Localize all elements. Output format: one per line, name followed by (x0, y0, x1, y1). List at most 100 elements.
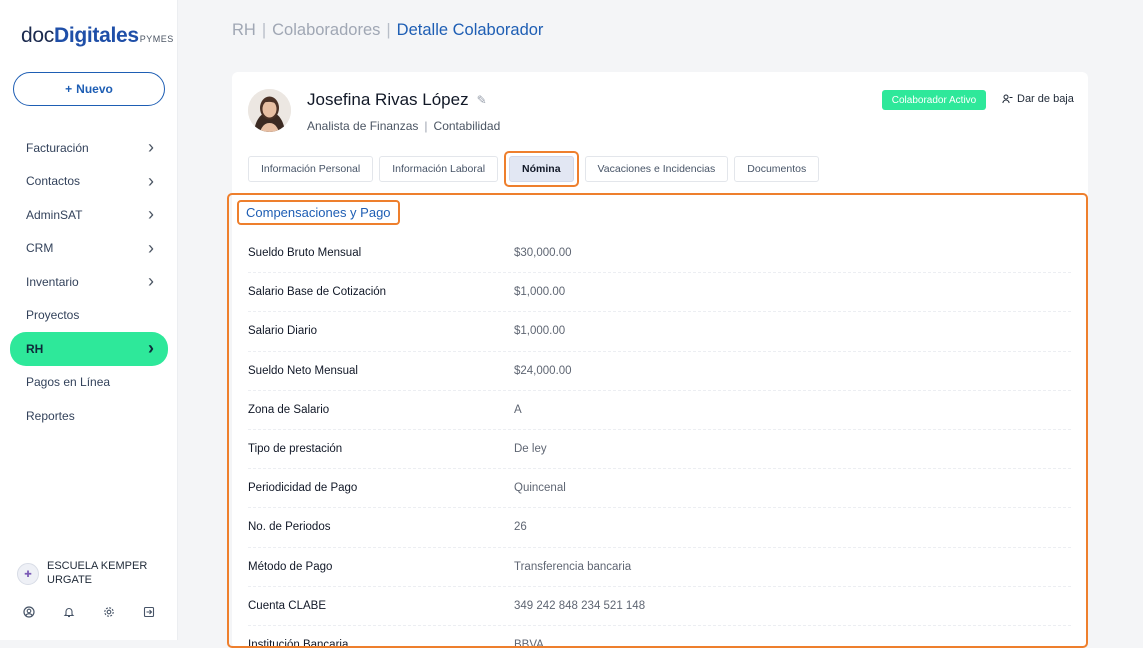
logout-icon[interactable] (142, 606, 156, 620)
field-row: No. de Periodos 26 (248, 508, 1071, 548)
chevron-right-icon: › (148, 338, 154, 359)
dismiss-label: Dar de baja (1017, 93, 1074, 105)
field-row: Sueldo Neto Mensual $24,000.00 (248, 352, 1071, 391)
sidebar-item-label: AdminSAT (26, 207, 83, 222)
section-title: Compensaciones y Pago (237, 200, 400, 225)
field-row: Cuenta CLABE 349 242 848 234 521 148 (248, 587, 1071, 626)
organization-switcher[interactable]: ✚ ESCUELA KEMPER URGATE (17, 560, 167, 587)
field-value: Quincenal (514, 482, 566, 495)
field-label: Periodicidad de Pago (248, 482, 358, 495)
employee-position: Analista de Finanzas (307, 119, 419, 133)
sidebar-nav: Facturación › Contactos › AdminSAT › CRM › Inven… (0, 131, 178, 433)
sidebar-item-facturacion[interactable]: Facturación › (10, 131, 168, 165)
edit-pencil-icon[interactable]: ✎ (477, 93, 487, 107)
sidebar-item-inventario[interactable]: Inventario › (10, 265, 168, 299)
avatar (248, 89, 291, 132)
tab-vacaciones[interactable]: Vacaciones e Incidencias (584, 156, 729, 182)
tab-informacion-personal[interactable]: Información Personal (248, 156, 374, 182)
new-button-label: Nuevo (76, 82, 113, 96)
field-label: Salario Base de Cotización (248, 286, 387, 299)
sidebar-item-crm[interactable]: CRM › (10, 232, 168, 266)
employee-name-row: Josefina Rivas López ✎ (307, 90, 487, 110)
field-label: Sueldo Neto Mensual (248, 364, 358, 377)
sidebar-item-label: Proyectos (26, 308, 80, 323)
employee-name: Josefina Rivas López (307, 90, 469, 109)
chevron-right-icon: › (148, 170, 154, 191)
tab-documentos[interactable]: Documentos (734, 156, 820, 182)
field-label: Sueldo Bruto Mensual (248, 247, 362, 260)
employee-subtitle: Analista de Finanzas | Contabilidad (307, 119, 501, 133)
compensation-section: Compensaciones y Pago Sueldo Bruto Mensu… (227, 193, 1088, 648)
user-circle-icon[interactable] (22, 606, 36, 620)
chevron-right-icon: › (148, 204, 154, 225)
field-row: Sueldo Bruto Mensual $30,000.00 (248, 234, 1071, 274)
field-value: $1,000.00 (514, 286, 566, 299)
sidebar-item-adminsat[interactable]: AdminSAT › (10, 198, 168, 232)
sidebar-item-label: Inventario (26, 274, 79, 289)
breadcrumb-current: Detalle Colaborador (396, 21, 544, 39)
sidebar-item-label: RH (26, 341, 44, 356)
field-value: $1,000.00 (514, 325, 566, 338)
brand-part-1: doc (21, 24, 54, 47)
field-row: Salario Diario $1,000.00 (248, 312, 1071, 352)
breadcrumb: RH | Colaboradores | Detalle Colaborador (232, 21, 544, 39)
employee-department: Contabilidad (433, 119, 501, 133)
field-value: Transferencia bancaria (514, 560, 632, 573)
tab-nomina[interactable]: Nómina (509, 156, 574, 182)
field-label: No. de Periodos (248, 521, 331, 534)
organization-name: ESCUELA KEMPER URGATE (47, 560, 148, 586)
tab-highlight: Nómina (504, 151, 579, 187)
field-label: Cuenta CLABE (248, 599, 326, 612)
breadcrumb-rh[interactable]: RH (232, 21, 256, 39)
sidebar-item-label: CRM (26, 241, 54, 256)
field-row: Zona de Salario A (248, 391, 1071, 430)
sidebar-item-contactos[interactable]: Contactos › (10, 165, 168, 199)
compensation-list: Sueldo Bruto Mensual $30,000.00 Salario Ba… (248, 234, 1071, 648)
field-value: $30,000.00 (514, 247, 572, 260)
gear-icon[interactable] (102, 606, 116, 620)
sidebar-item-label: Contactos (26, 174, 81, 189)
field-value: BBVA (514, 638, 544, 648)
field-row: Método de Pago Transferencia bancaria (248, 548, 1071, 587)
field-value: 349 242 848 234 521 148 (514, 599, 646, 612)
field-row: Tipo de prestación De ley (248, 430, 1071, 470)
field-value: De ley (514, 443, 547, 456)
brand-part-2: Digitales (53, 24, 139, 47)
field-label: Salario Diario (248, 325, 318, 338)
field-label: Tipo de prestación (248, 443, 343, 456)
sidebar-item-reportes[interactable]: Reportes (10, 399, 168, 433)
field-label: Método de Pago (248, 560, 333, 573)
field-value: 26 (514, 521, 527, 534)
dismiss-button[interactable]: Dar de baja (1002, 93, 1074, 105)
sidebar-item-rh[interactable]: RH › (10, 332, 168, 366)
sidebar-item-pagos-en-linea[interactable]: Pagos en Línea (10, 366, 168, 400)
sidebar-item-proyectos[interactable]: Proyectos (10, 299, 168, 333)
sidebar-footer (22, 606, 156, 620)
field-row: Institución Bancaria BBVA (248, 626, 1071, 648)
sidebar: docDigitalesPYMES + Nuevo Facturación › Co… (0, 0, 178, 640)
chevron-right-icon: › (148, 137, 154, 158)
sidebar-item-label: Pagos en Línea (26, 375, 111, 390)
tab-bar: Información Personal Información Laboral… (248, 151, 820, 187)
plus-icon: + (65, 82, 73, 96)
brand-logo[interactable]: docDigitalesPYMES (21, 24, 174, 48)
status-badge: Colaborador Activo (882, 90, 986, 110)
chevron-right-icon: › (148, 237, 154, 258)
sidebar-item-label: Facturación (26, 140, 89, 155)
user-minus-icon (1002, 94, 1013, 104)
field-row: Salario Base de Cotización $1,000.00 (248, 273, 1071, 313)
field-value: $24,000.00 (514, 364, 572, 377)
field-label: Zona de Salario (248, 403, 330, 416)
organization-logo-icon: ✚ (17, 563, 39, 585)
chevron-right-icon: › (148, 271, 154, 292)
new-button[interactable]: + Nuevo (13, 72, 165, 106)
sidebar-item-label: Reportes (26, 408, 75, 423)
field-value: A (514, 403, 522, 416)
field-label: Institución Bancaria (248, 638, 349, 648)
breadcrumb-colaboradores[interactable]: Colaboradores (272, 21, 380, 39)
tab-informacion-laboral[interactable]: Información Laboral (379, 156, 499, 182)
bell-icon[interactable] (62, 606, 76, 620)
field-row: Periodicidad de Pago Quincenal (248, 469, 1071, 509)
employee-detail-card: Josefina Rivas López ✎ Analista de Finan… (227, 72, 1088, 648)
brand-suffix: PYMES (139, 34, 174, 44)
